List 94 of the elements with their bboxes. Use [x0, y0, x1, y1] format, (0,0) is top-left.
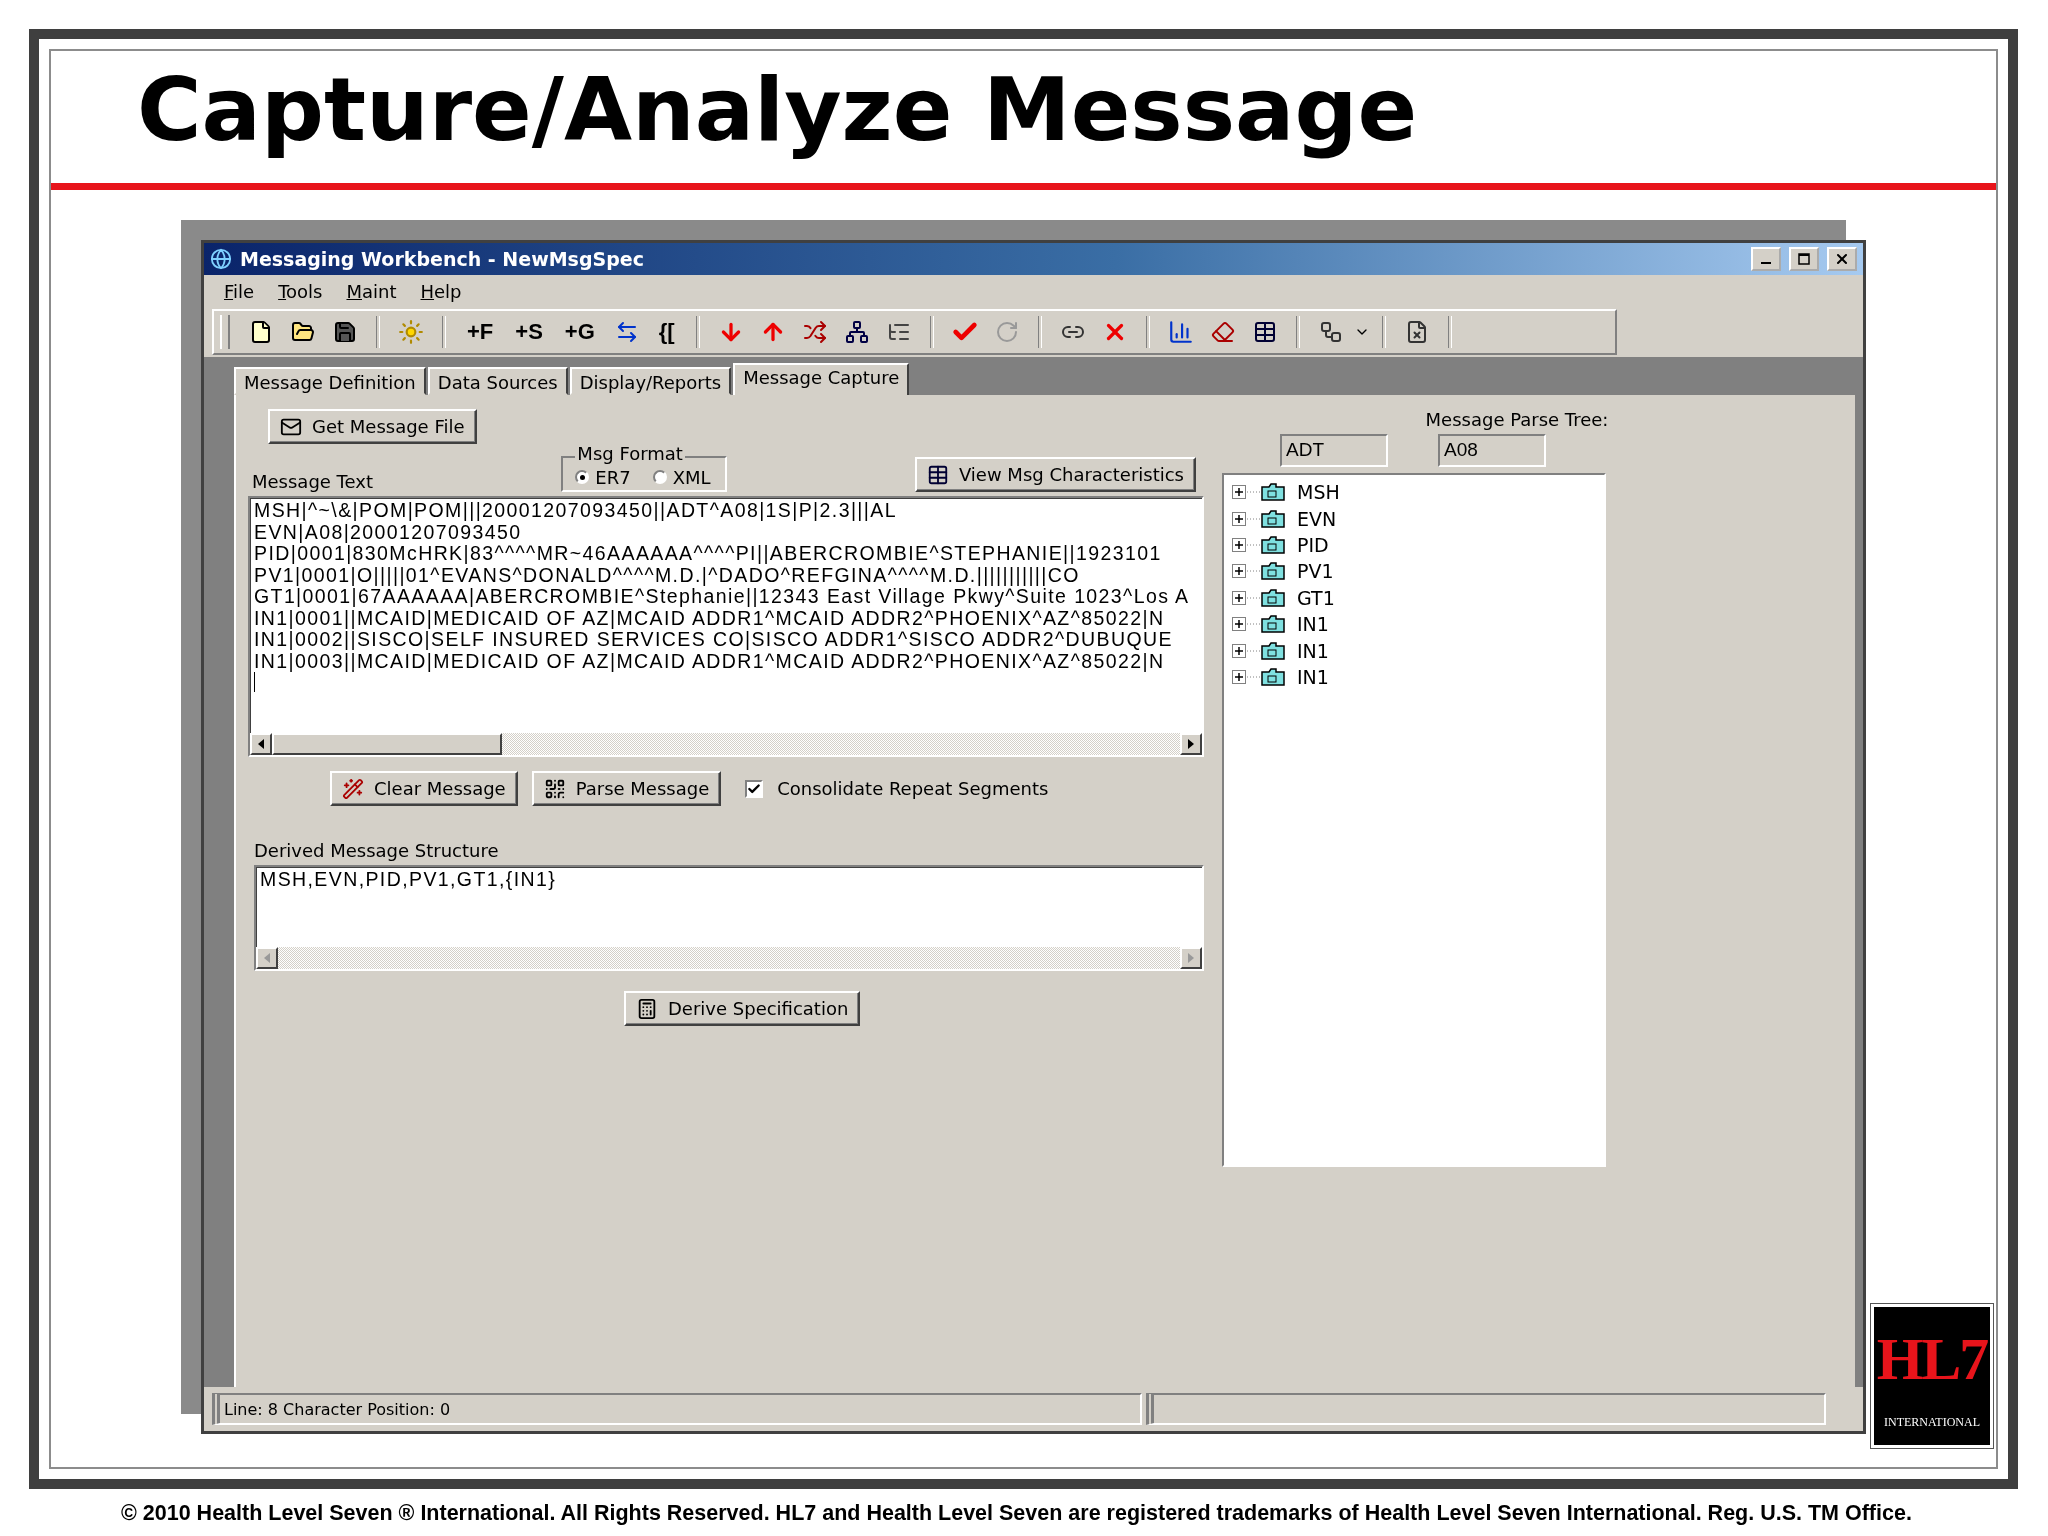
expander-icon[interactable] [1232, 617, 1261, 632]
check-icon [747, 781, 762, 796]
tab[interactable]: Display/Reports [569, 367, 732, 395]
get-message-file-button[interactable]: Get Message File [268, 409, 477, 444]
close-button[interactable] [1827, 247, 1857, 271]
menu-item[interactable]: File [224, 280, 255, 302]
expander-icon[interactable] [1232, 485, 1261, 500]
expander-icon[interactable] [1232, 643, 1261, 658]
copyright-footer: © 2010 Health Level Seven ® International. All Rights Reserved. HL7 and Health Level Seven are registered trademarks of Health Level Seven International. Reg. U.S. TM Office. [121, 1501, 1912, 1526]
folder-icon [1261, 615, 1285, 634]
calculator-icon [636, 997, 658, 1020]
folder-icon [1261, 509, 1285, 528]
parse-message-button[interactable]: Parse Message [531, 771, 722, 806]
field-label: Derived Message Structure [254, 840, 500, 861]
table-icon [926, 463, 949, 486]
wand-icon [342, 777, 364, 800]
derived-structure-text: MSH,EVN,PID,PV1,GT1,{IN1} [260, 869, 557, 891]
field-label: Message Text [252, 471, 374, 492]
readonly-field: ADT [1280, 434, 1388, 467]
radio-icon[interactable] [652, 470, 667, 484]
tree-label: Message Parse Tree: [1425, 409, 1609, 430]
tree-item[interactable]: IN1 [1297, 639, 1329, 662]
tab[interactable]: Data Sources [427, 367, 568, 395]
message-line: IN1|0002||SISCO|SELF INSURED SERVICES CO|SISCO ADDR1^SISCO ADDR2^DUBUQUE [254, 629, 1173, 651]
checkbox[interactable] [745, 779, 764, 798]
scroll-left-button[interactable] [250, 733, 272, 755]
scrollbar[interactable] [256, 947, 1202, 969]
minimize-icon [1761, 262, 1771, 264]
folder-icon [1261, 641, 1285, 660]
maximize-button[interactable] [1789, 247, 1819, 271]
menu-item[interactable]: Maint [346, 280, 397, 302]
folder-icon [1261, 483, 1285, 502]
tree-item[interactable]: GT1 [1297, 586, 1335, 609]
scroll-right-button[interactable] [1180, 947, 1202, 969]
minimize-button[interactable] [1751, 247, 1781, 271]
derive-specification-button[interactable]: Derive Specification [624, 991, 861, 1026]
radio-option[interactable]: ER7 [575, 466, 631, 488]
folder-icon [1261, 667, 1285, 686]
slide-title: Capture/Analyze Message [136, 57, 1418, 163]
folder-icon [1261, 588, 1285, 607]
readonly-field: A08 [1438, 434, 1546, 467]
toolbar-button[interactable]: +S [506, 319, 552, 345]
menu-item[interactable]: Help [420, 280, 462, 302]
maximize-icon [1798, 253, 1810, 265]
status-text: Line: 8 Character Position: 0 [212, 1393, 1142, 1425]
expander-icon[interactable] [1232, 511, 1261, 526]
menu-item[interactable]: Tools [278, 280, 323, 302]
message-line: IN1|0001||MCAID|MEDICAID OF AZ|MCAID ADDR1^MCAID ADDR2^PHOENIX^AZ^85022|N [254, 607, 1165, 629]
tree-item[interactable]: IN1 [1297, 613, 1329, 636]
radio-icon[interactable] [575, 470, 590, 484]
message-text-area[interactable] [248, 496, 1204, 757]
scroll-left-button[interactable] [256, 947, 278, 969]
message-line: GT1|0001|67AAAAAA|ABERCROMBIE^Stephanie||12343 East Village Pkwy^Suite 1023^Los A [254, 586, 1190, 608]
group-label: Msg Format [575, 444, 685, 464]
expander-icon[interactable] [1232, 669, 1261, 684]
scrollbar[interactable] [250, 733, 1202, 755]
left-arrow-icon [263, 953, 271, 963]
message-line: IN1|0003||MCAID|MEDICAID OF AZ|MCAID ADDR1^MCAID ADDR2^PHOENIX^AZ^85022|N [254, 650, 1165, 672]
grid-icon [543, 777, 566, 800]
view-characteristics-button[interactable]: View Msg Characteristics [914, 457, 1196, 492]
close-icon [1834, 251, 1850, 267]
left-arrow-icon [257, 739, 265, 749]
tab[interactable]: Message Definition [234, 367, 426, 395]
message-line: PV1|0001|O|||||01^EVANS^DONALD^^^^M.D.|^DADO^REFGINA^^^^M.D.|||||||||||CO [254, 564, 1080, 586]
toolbar-button[interactable]: {[ [649, 319, 684, 345]
tree-item[interactable]: IN1 [1297, 665, 1329, 688]
tree-item[interactable]: EVN [1297, 507, 1337, 530]
window-title: Messaging Workbench - NewMsgSpec [240, 248, 645, 270]
expander-icon[interactable] [1232, 537, 1261, 552]
right-arrow-icon [1187, 739, 1195, 749]
toolbar-button[interactable]: +G [555, 319, 604, 345]
message-line: MSH|^~\&|POM|POM|||20001207093450||ADT^A08|1S|P|2.3|||AL [254, 500, 897, 522]
logo-letters: HL7 [1876, 1325, 1988, 1394]
radio-option[interactable]: XML [652, 466, 711, 488]
globe-icon [210, 248, 232, 270]
scroll-thumb[interactable] [272, 733, 502, 755]
expander-icon[interactable] [1232, 564, 1261, 579]
derived-structure-field[interactable]: MSH,EVN,PID,PV1,GT1,{IN1} [254, 865, 1204, 971]
logo-caption: INTERNATIONAL [1884, 1415, 1980, 1430]
tree-item[interactable]: PID [1297, 533, 1329, 556]
toolbar-grip[interactable] [220, 315, 230, 349]
message-line: EVN|A08|20001207093450 [254, 521, 522, 543]
tree-item[interactable]: PV1 [1297, 560, 1334, 583]
right-arrow-icon [1187, 953, 1195, 963]
folder-icon [1261, 535, 1285, 554]
tree-item[interactable]: MSH [1297, 481, 1340, 504]
message-line: PID|0001|830McHRK|83^^^^MR~46AAAAAA^^^^PI||ABERCROMBIE^STEPHANIE||1923101 [254, 543, 1162, 565]
expander-icon[interactable] [1232, 590, 1261, 605]
toolbar-button[interactable]: +F [458, 319, 503, 345]
consolidate-checkbox[interactable]: Consolidate Repeat Segments [745, 778, 1049, 799]
folder-icon [1261, 562, 1285, 581]
scroll-right-button[interactable] [1180, 733, 1202, 755]
clear-message-button[interactable]: Clear Message [330, 771, 518, 806]
tab[interactable]: Message Capture [733, 363, 910, 395]
